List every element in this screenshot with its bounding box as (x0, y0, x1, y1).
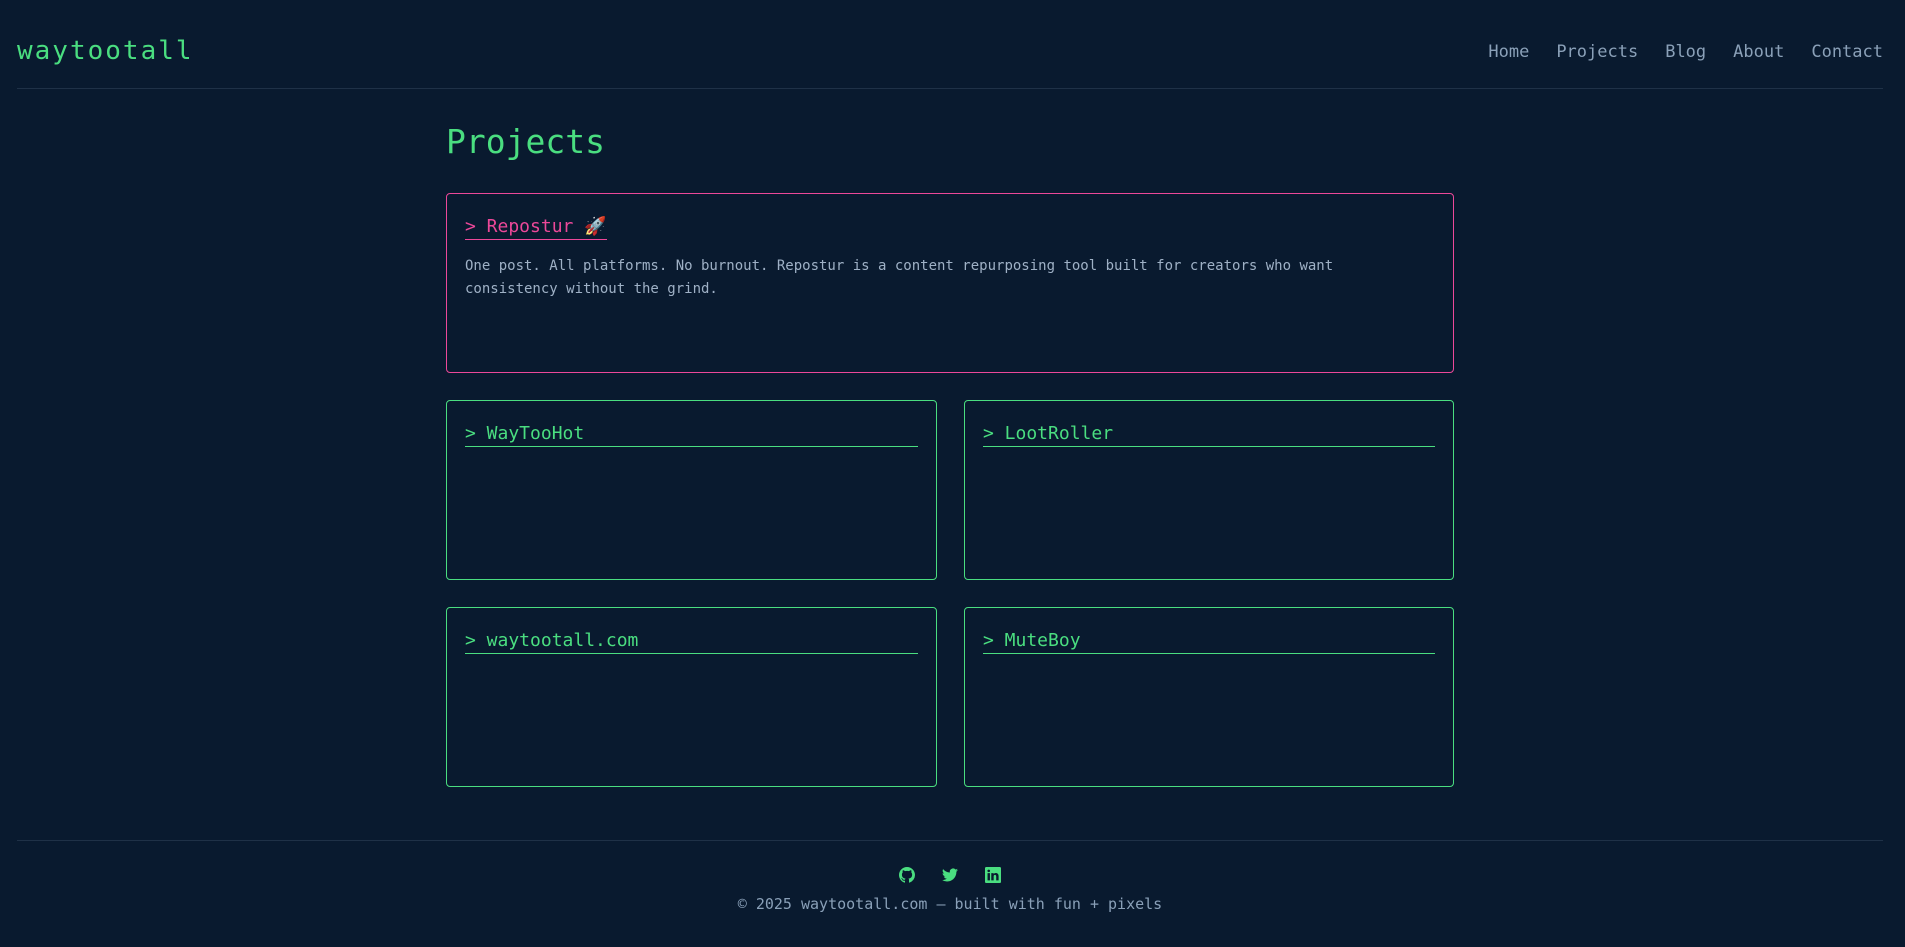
project-card-waytootall[interactable]: > waytootall.com (446, 607, 937, 787)
project-title[interactable]: > MuteBoy (983, 630, 1435, 654)
site-logo[interactable]: waytootall (17, 36, 194, 66)
nav-item-blog[interactable]: Blog (1665, 42, 1706, 62)
project-title[interactable]: > LootRoller (983, 423, 1435, 447)
project-card-repostur[interactable]: > Repostur 🚀 One post. All platforms. No… (446, 193, 1454, 373)
nav-item-projects[interactable]: Projects (1556, 42, 1638, 62)
project-title[interactable]: > waytootall.com (465, 630, 918, 654)
linkedin-icon[interactable] (985, 867, 1001, 883)
site-header: waytootall Home Projects Blog About Cont… (17, 0, 1883, 89)
social-links (17, 867, 1883, 883)
project-title[interactable]: > WayTooHot (465, 423, 918, 447)
nav-item-home[interactable]: Home (1488, 42, 1529, 62)
project-card-muteboy[interactable]: > MuteBoy (964, 607, 1454, 787)
project-card-lootroller[interactable]: > LootRoller (964, 400, 1454, 580)
main-nav: Home Projects Blog About Contact (1488, 42, 1883, 62)
page-title: Projects (446, 122, 605, 161)
project-card-waytoohot[interactable]: > WayTooHot (446, 400, 937, 580)
project-description: One post. All platforms. No burnout. Rep… (465, 258, 1334, 297)
github-icon[interactable] (899, 867, 915, 883)
site-footer: © 2025 waytootall.com — built with fun +… (17, 840, 1883, 947)
nav-item-about[interactable]: About (1733, 42, 1784, 62)
copyright-text: © 2025 waytootall.com — built with fun +… (737, 895, 1163, 913)
twitter-icon[interactable] (942, 867, 958, 883)
nav-item-contact[interactable]: Contact (1811, 42, 1883, 62)
project-title[interactable]: > Repostur 🚀 (465, 216, 607, 240)
